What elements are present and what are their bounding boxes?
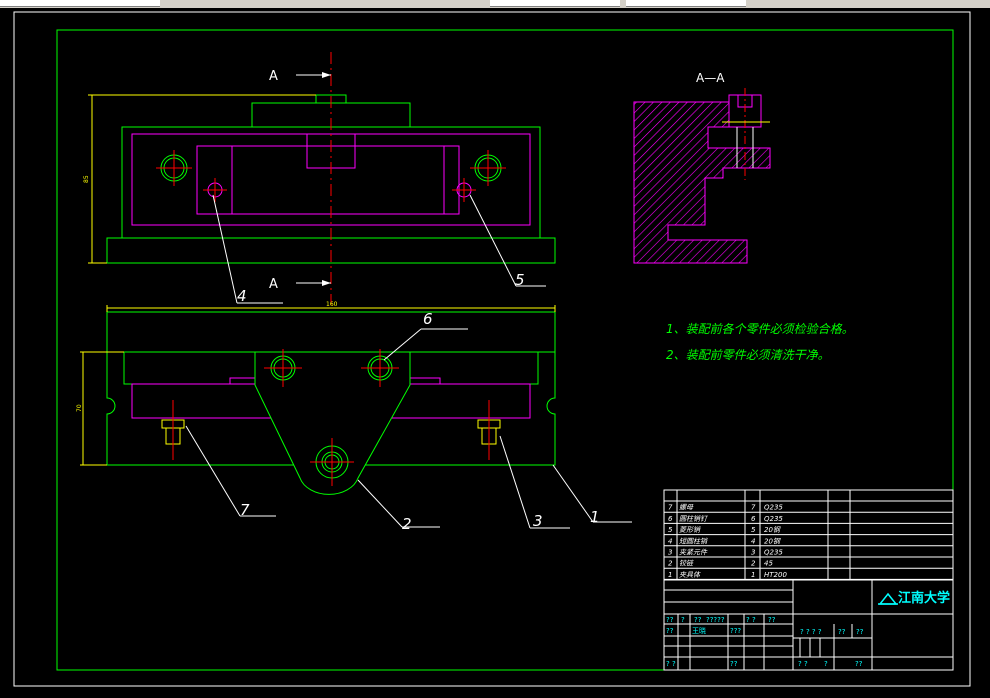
- tb-a2: ??: [694, 616, 702, 624]
- callout-4: 4: [237, 287, 247, 305]
- tb-a1: ?: [681, 616, 685, 624]
- bom-cell-name: 铰链: [679, 560, 694, 568]
- tb-b1: 王晓: [692, 626, 706, 635]
- tb-b2: ???: [730, 627, 741, 635]
- bom-cell-no: 5: [668, 526, 673, 534]
- bom-cell-name: 圆柱销钉: [679, 515, 709, 523]
- bom-cell-material: Q235: [764, 515, 783, 523]
- bom-cell-qty: 6: [751, 515, 756, 523]
- section-view-title: A—A: [696, 71, 725, 85]
- bom-cell-qty: 7: [751, 504, 756, 512]
- dim-front-view-width: 160: [326, 301, 338, 308]
- tb-a0: ??: [666, 616, 674, 624]
- bom-cell-qty: 4: [751, 537, 755, 545]
- callout-3: 3: [533, 512, 543, 530]
- section-view-a-a: [633, 88, 771, 264]
- school-logo-icon: [878, 592, 898, 605]
- bom-cell-material: 45: [764, 560, 773, 568]
- tb-a3: ?????: [706, 616, 725, 624]
- callout-1: 1: [590, 508, 600, 526]
- bom-cell-qty: 5: [751, 526, 756, 534]
- bom-cell-name: 夹紧元件: [679, 549, 708, 557]
- bom-cell-no: 7: [668, 504, 673, 512]
- tb-a4: ? ?: [746, 616, 756, 624]
- bom-cell-qty: 2: [751, 560, 756, 568]
- bom-cell-name: 夹具体: [679, 571, 701, 579]
- bom-cell-qty: 3: [751, 549, 755, 557]
- callout-7: 7: [240, 501, 250, 519]
- tb-d0: ? ?: [666, 660, 676, 668]
- bom-cell-no: 6: [668, 515, 673, 523]
- tb-c2: ??: [856, 628, 864, 636]
- dim-front-view-height: 70: [76, 404, 83, 412]
- top-view: [88, 52, 556, 305]
- bom-cell-name: 短圆柱销: [679, 537, 709, 545]
- front-view: [80, 305, 556, 495]
- bom-rows: 7 螺母 7 Q235 6 圆柱销钉 6 Q235 5 菱形销 5 20钢 4 短圆柱销 4 20钢 3 夹紧元件…: [664, 500, 953, 580]
- callout-6: 6: [423, 310, 433, 328]
- cad-drawing-canvas[interactable]: A A 85 160 70 A—A 1 2 3 4 5 6 7 1、装配前各个零…: [0, 0, 990, 698]
- note-1: 1、装配前各个零件必须检验合格。: [666, 322, 854, 336]
- bom-cell-material: Q235: [764, 549, 783, 557]
- bom-cell-name: 菱形销: [679, 526, 702, 534]
- bom-cell-material: 20钢: [764, 537, 781, 545]
- callout-5: 5: [515, 271, 525, 289]
- bom-cell-no: 4: [668, 537, 672, 545]
- school-name: 江南大学: [898, 590, 950, 606]
- tb-d3: ?: [824, 660, 828, 668]
- tb-d4: ??: [855, 660, 863, 668]
- callout-2: 2: [402, 515, 412, 533]
- tb-b0: ??: [666, 627, 674, 635]
- school-logo: [878, 592, 898, 605]
- note-2: 2、装配前零件必须清洗干净。: [666, 348, 830, 362]
- bom-cell-no: 2: [668, 560, 673, 568]
- bom-cell-material: HT200: [764, 571, 787, 579]
- section-label-bottom: A: [269, 277, 278, 292]
- bom-cell-name: 螺母: [679, 504, 694, 512]
- tb-c1: ??: [838, 628, 846, 636]
- tb-a5: ??: [768, 616, 776, 624]
- bom-cell-no: 1: [668, 571, 672, 579]
- bom-cell-material: 20钢: [764, 526, 781, 534]
- dim-top-view-height: 85: [83, 175, 90, 183]
- bom-cell-qty: 1: [751, 571, 755, 579]
- bom-cell-material: Q235: [764, 504, 783, 512]
- tb-d1: ??: [730, 660, 738, 668]
- tb-c0: ? ? ? ?: [800, 628, 822, 636]
- bom-cell-no: 3: [668, 549, 672, 557]
- section-label-top: A: [269, 69, 278, 84]
- tb-d2: ? ?: [798, 660, 808, 668]
